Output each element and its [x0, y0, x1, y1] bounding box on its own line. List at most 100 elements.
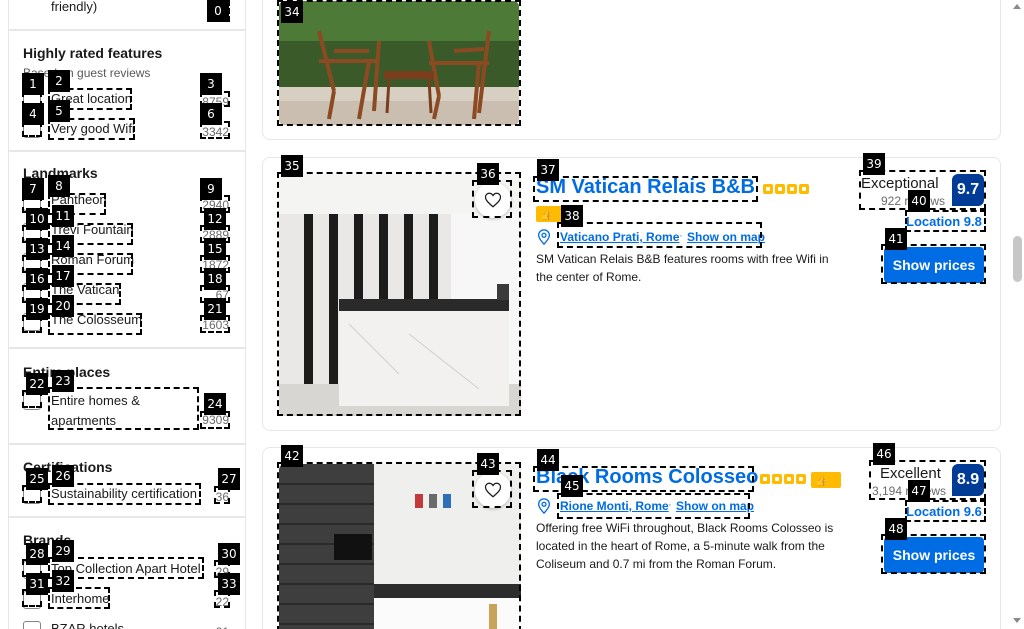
marker: 10	[26, 208, 48, 230]
section-title-highly-rated: Highly rated features	[23, 45, 163, 61]
star-icon	[796, 474, 806, 484]
marker: 26	[52, 465, 74, 487]
review-score-badge[interactable]: 9.7	[952, 174, 984, 206]
listing-description: Offering free WiFi throughout, Black Roo…	[536, 521, 834, 571]
filter-label-entire-homes[interactable]: Entire homes & apartments	[51, 391, 161, 431]
marker: 34	[281, 1, 303, 23]
marker: 6	[200, 103, 222, 125]
save-favorite-button[interactable]	[475, 472, 511, 508]
star-icon	[799, 184, 809, 194]
marker: 18	[204, 268, 226, 290]
area-link[interactable]: Vaticano Prati, Rome	[560, 230, 679, 244]
separator-dot: ·	[668, 497, 672, 511]
filter-count-interhome: 22	[215, 595, 229, 609]
marker: 48	[885, 518, 907, 540]
scroll-up-icon[interactable]	[1013, 4, 1021, 9]
marker: 28	[26, 543, 48, 565]
marker: 12	[204, 208, 226, 230]
thumbs-up-icon: 👍	[811, 472, 841, 488]
show-on-map-link[interactable]: Show on map	[676, 499, 754, 513]
marker: 42	[281, 445, 303, 467]
marker: 19	[26, 298, 48, 320]
area-link[interactable]: Rione Monti, Rome	[560, 499, 669, 513]
marker: 25	[26, 468, 48, 490]
marker: 37	[537, 159, 559, 181]
marker: 36	[477, 163, 499, 185]
marker: 23	[52, 370, 74, 392]
marker: 35	[281, 155, 303, 177]
show-on-map-link[interactable]: Show on map	[687, 230, 765, 244]
scroll-down-icon[interactable]	[1013, 618, 1021, 623]
review-score-badge[interactable]: 8.9	[952, 464, 984, 496]
marker: 8	[48, 175, 70, 197]
marker: 0	[207, 0, 229, 22]
marker: 41	[885, 228, 907, 250]
marker: 13	[26, 238, 48, 260]
marker: 40	[908, 190, 930, 212]
marker: 44	[537, 449, 559, 471]
filter-count-the-colosseum: 1603	[202, 318, 229, 332]
star-icon	[775, 184, 785, 194]
filter-count-very-good-wifi: 3342	[202, 125, 229, 139]
marker: 30	[218, 543, 240, 565]
separator-dot: ·	[679, 228, 683, 242]
heart-icon	[484, 192, 502, 208]
filter-count-sustainability: 36	[215, 490, 229, 504]
marker: 2	[48, 70, 70, 92]
marker: 22	[26, 373, 48, 395]
save-favorite-button[interactable]	[475, 182, 511, 218]
filter-label-fragment: friendly)	[51, 0, 98, 14]
marker: 17	[52, 265, 74, 287]
search-results-page: friendly) 0 Highly rated features Based …	[0, 0, 1024, 629]
marker: 47	[908, 480, 930, 502]
star-icon	[787, 184, 797, 194]
marker: 16	[26, 268, 48, 290]
marker: 39	[863, 153, 885, 175]
marker: 46	[873, 443, 895, 465]
patio-chairs-photo	[279, 1, 519, 125]
show-prices-button[interactable]: Show prices	[884, 537, 984, 573]
listing-card-previous	[262, 0, 1001, 140]
marker: 15	[204, 238, 226, 260]
filter-label-bzar-hotels[interactable]: BZAR hotels	[51, 621, 124, 629]
marker: 32	[52, 570, 74, 592]
marker: 31	[26, 573, 48, 595]
marker: 45	[561, 475, 583, 497]
star-rating	[763, 184, 809, 194]
thumbs-up-icon: 👍	[536, 206, 562, 222]
page-scrollbar[interactable]	[1010, 0, 1024, 629]
marker: 29	[52, 540, 74, 562]
star-icon	[763, 184, 773, 194]
marker: 5	[48, 100, 70, 122]
show-prices-button[interactable]: Show prices	[884, 247, 984, 283]
marker: 24	[204, 393, 226, 415]
filter-label-interhome[interactable]: Interhome	[51, 591, 110, 606]
scrollbar-thumb[interactable]	[1013, 236, 1022, 282]
location-pin-icon	[537, 229, 551, 245]
marker: 33	[218, 573, 240, 595]
marker: 38	[561, 205, 583, 227]
marker: 1	[22, 73, 44, 95]
listing-photo-previous[interactable]	[279, 1, 519, 125]
listing-title-link[interactable]: SM Vatican Relais B&B	[536, 176, 755, 199]
listing-description: SM Vatican Relais B&B features rooms wit…	[536, 252, 829, 284]
checkbox-bzar-hotels[interactable]	[23, 621, 41, 629]
marker: 14	[52, 235, 74, 257]
marker: 9	[200, 178, 222, 200]
star-rating	[760, 474, 806, 484]
listing-card: SM Vatican Relais B&B 👍 Vaticano Prati, …	[262, 157, 1001, 431]
marker: 4	[22, 103, 44, 125]
location-pin-icon	[537, 498, 551, 514]
heart-icon	[484, 482, 502, 498]
star-icon	[784, 474, 794, 484]
marker: 27	[218, 468, 240, 490]
marker: 21	[204, 298, 226, 320]
filter-label-sustainability[interactable]: Sustainability certification	[51, 486, 197, 501]
location-score: Location 9.6	[906, 504, 982, 519]
marker: 43	[477, 453, 499, 475]
marker: 20	[52, 295, 74, 317]
marker: 7	[22, 178, 44, 200]
filter-label-very-good-wifi[interactable]: Very good Wifi	[51, 121, 135, 136]
star-icon	[760, 474, 770, 484]
filter-count-bzar-hotels: 21	[216, 625, 229, 629]
